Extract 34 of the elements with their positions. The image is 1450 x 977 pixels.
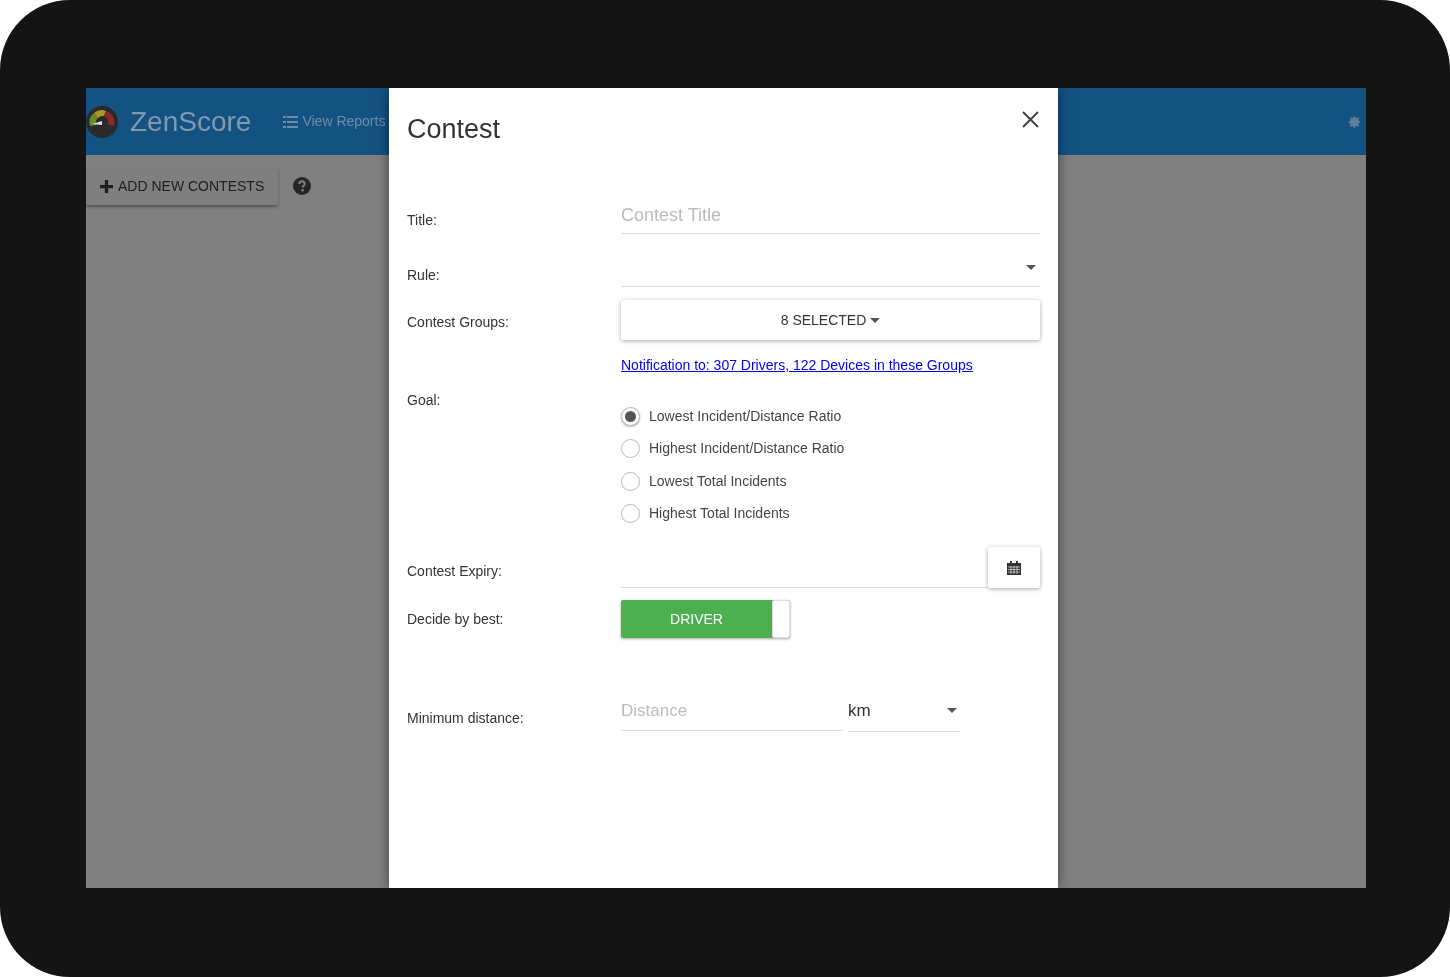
field-label: Decide by best:	[407, 609, 505, 629]
close-icon[interactable]	[1022, 111, 1039, 128]
help-icon[interactable]	[293, 177, 312, 195]
field-label: Contest Groups:	[407, 313, 510, 332]
calendar-button[interactable]	[988, 547, 1040, 588]
radio-button[interactable]	[621, 504, 640, 524]
radio-button[interactable]	[621, 406, 640, 426]
field-label: Rule:	[407, 265, 441, 285]
title-input[interactable]: Contest Title	[621, 198, 1040, 234]
caret-icon	[1026, 265, 1036, 270]
distance-input[interactable]: Distance	[621, 691, 843, 731]
radio-option[interactable]: Lowest Incident/Distance Ratio	[621, 400, 1040, 433]
modal-title: Contest	[407, 112, 501, 146]
plus-icon	[100, 179, 113, 193]
radio-option[interactable]: Highest Total Incidents	[621, 497, 1040, 530]
calendar-icon	[1007, 560, 1021, 575]
caret-icon	[947, 708, 957, 713]
radio-option[interactable]: Highest Incident/Distance Ratio	[621, 432, 1040, 465]
app-logo-text: ZenScore	[130, 104, 252, 139]
radio-button[interactable]	[621, 471, 640, 491]
add-contests-button[interactable]: ADD NEW CONTESTS	[86, 167, 279, 205]
notification-link[interactable]: Notification to: 307 Drivers, 122 Devices in these Groups	[621, 355, 1040, 376]
field-label: Contest Expiry:	[407, 562, 503, 581]
groups-dropdown-button[interactable]: 8 SELECTED	[621, 300, 1040, 340]
gauge-icon	[86, 103, 120, 140]
field-label: Title:	[407, 210, 438, 230]
list-icon	[283, 115, 299, 128]
radio-option[interactable]: Lowest Total Incidents	[621, 465, 1040, 498]
settings-icon[interactable]	[1348, 114, 1362, 129]
radio-button[interactable]	[621, 439, 640, 459]
caret-icon	[870, 317, 881, 323]
unit-select[interactable]: km	[848, 690, 960, 732]
field-label: Minimum distance:	[407, 708, 525, 728]
field-label: Goal:	[407, 391, 442, 410]
